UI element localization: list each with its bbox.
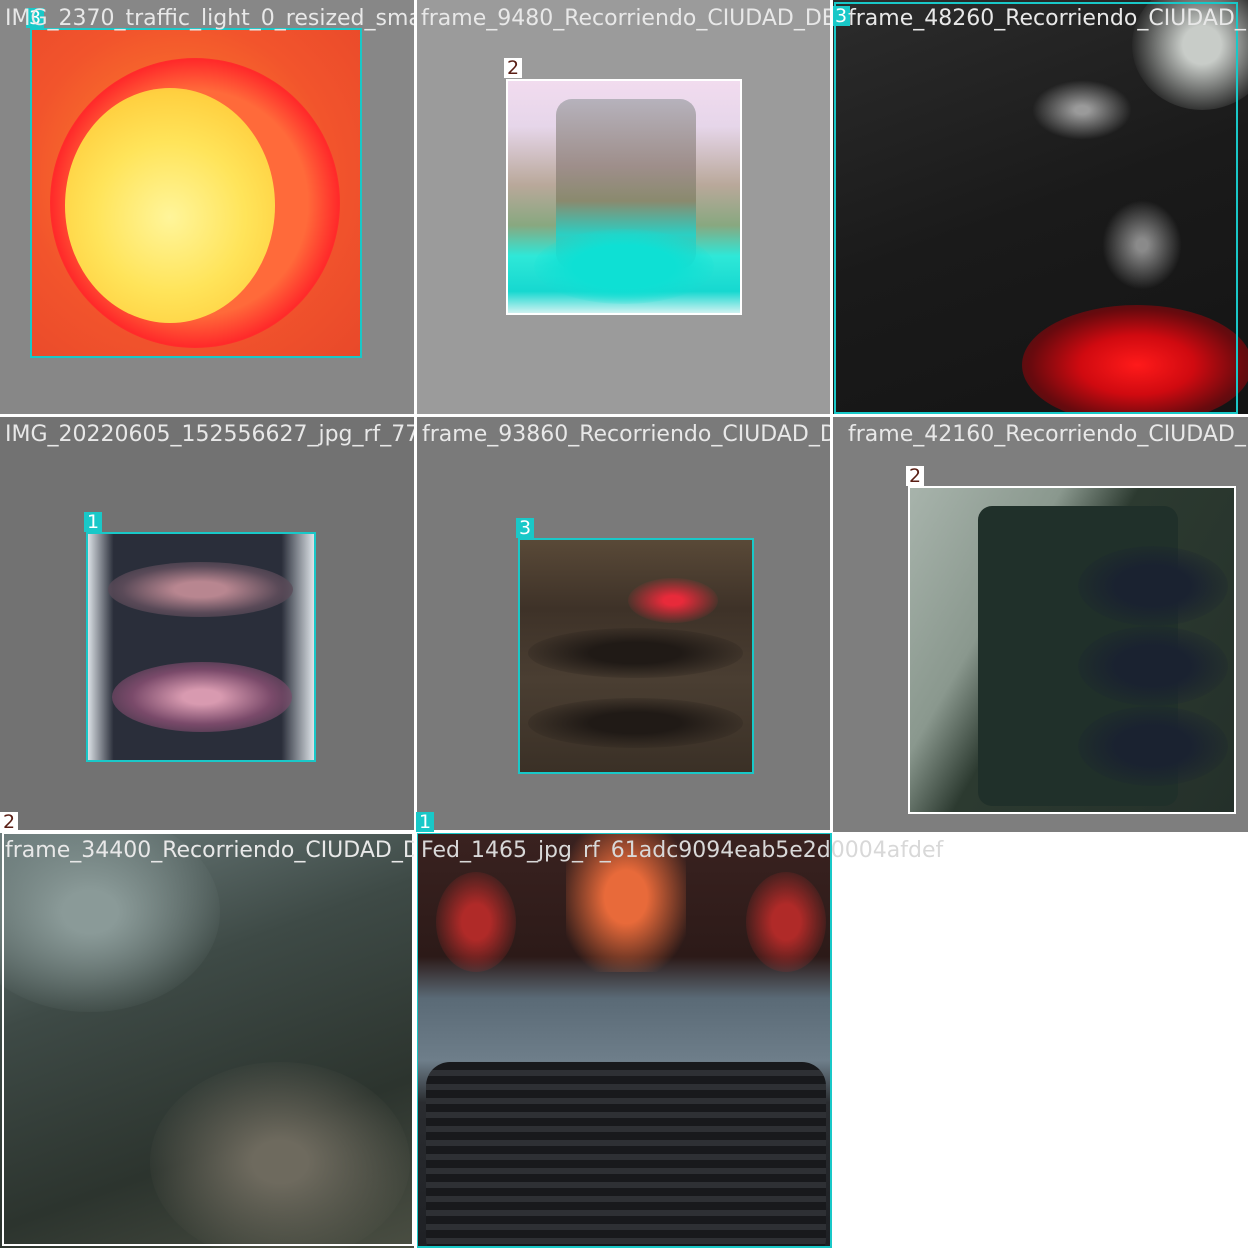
image-filename: frame_34400_Recorriendo_CIUDAD_DE_GUATEM xyxy=(5,838,416,863)
mosaic-tile-3: 3 frame_48260_Recorriendo_CIUDAD_D xyxy=(832,0,1248,416)
image-filename: frame_9480_Recorriendo_CIUDAD_DE_GUATEMA xyxy=(421,6,832,31)
bounding-box xyxy=(834,2,1238,414)
class-label: 3 xyxy=(516,518,535,538)
bounding-box xyxy=(2,832,414,1246)
image-filename: IMG_2370_traffic_light_0_resized_smal xyxy=(5,6,416,31)
bounding-box xyxy=(518,538,754,774)
image-filename: Fed_1465_jpg_rf_61adc9094eab5e2d0004afde… xyxy=(421,838,944,863)
class-label: 2 xyxy=(906,466,925,486)
mosaic-tile-5: 3 frame_93860_Recorriendo_CIUDAD_DE_GUAT xyxy=(416,416,832,832)
image-filename: frame_42160_Recorriendo_CIUDAD_D xyxy=(848,422,1248,447)
mosaic-tile-2: 2 frame_9480_Recorriendo_CIUDAD_DE_GUATE… xyxy=(416,0,832,416)
class-label: 2 xyxy=(504,58,523,78)
bounding-box xyxy=(86,532,316,762)
mosaic-tile-7: 2 frame_34400_Recorriendo_CIUDAD_DE_GUAT… xyxy=(0,832,416,1248)
grid-divider xyxy=(414,832,417,1248)
image-mosaic: 3 IMG_2370_traffic_light_0_resized_smal … xyxy=(0,0,1248,1248)
mosaic-tile-4: 1 IMG_20220605_152556627_jpg_rf_77438285 xyxy=(0,416,416,832)
image-filename: frame_48260_Recorriendo_CIUDAD_D xyxy=(848,6,1248,31)
mosaic-tile-1: 3 IMG_2370_traffic_light_0_resized_smal xyxy=(0,0,416,416)
bounding-box xyxy=(416,832,832,1248)
mosaic-tile-6: 2 frame_42160_Recorriendo_CIUDAD_D xyxy=(832,416,1248,832)
class-label-overlay: 2 xyxy=(0,812,19,832)
bounding-box xyxy=(908,486,1236,814)
bounding-box xyxy=(506,79,742,315)
class-label: 1 xyxy=(84,512,103,532)
image-filename: IMG_20220605_152556627_jpg_rf_77438285 xyxy=(5,422,416,447)
grid-divider xyxy=(0,414,1248,417)
image-filename: frame_93860_Recorriendo_CIUDAD_DE_GUAT xyxy=(422,422,832,447)
mosaic-tile-8: 1 xyxy=(416,832,832,1248)
bounding-box xyxy=(30,28,362,358)
class-label-overlay: 1 xyxy=(416,812,435,832)
